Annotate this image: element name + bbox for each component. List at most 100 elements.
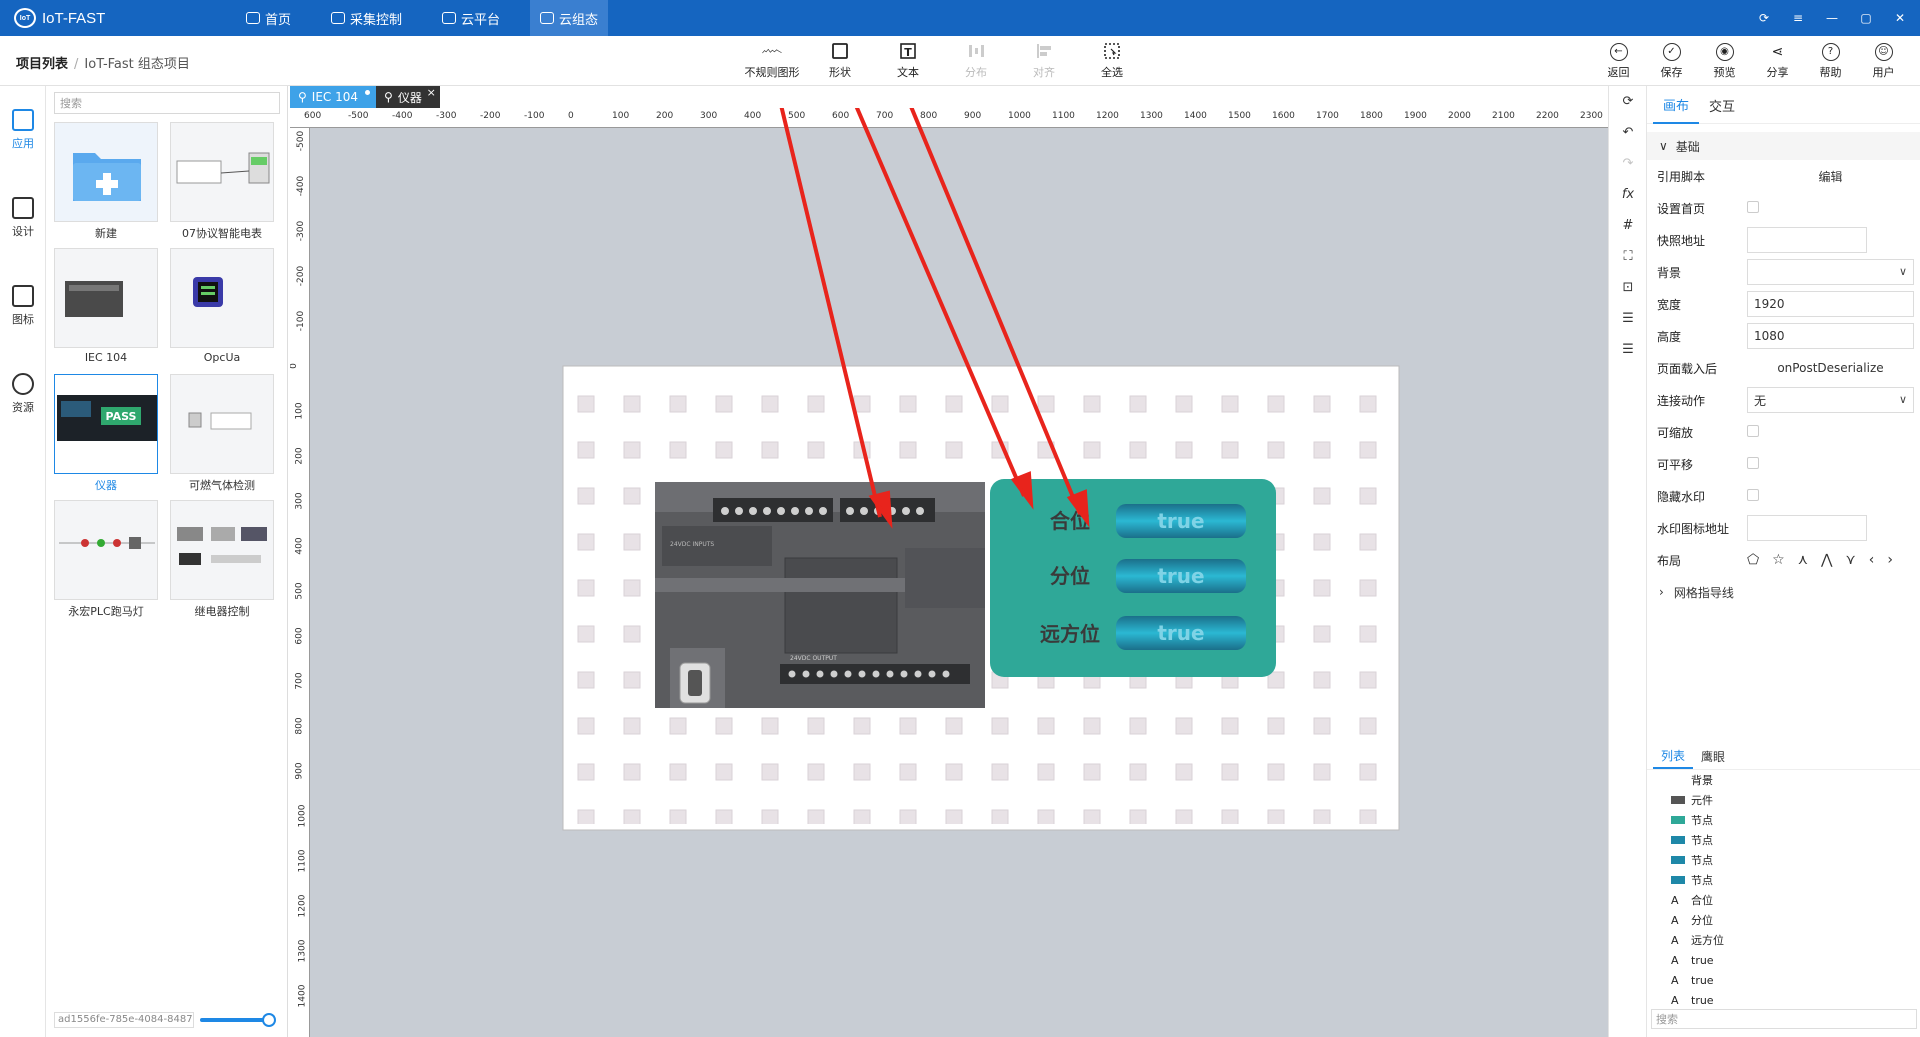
- text-layer-icon: A: [1671, 953, 1679, 967]
- library-grid: 新建 07协议智能电表 IEC 104 OpcUa PASS 仪器 可燃气体检测…: [54, 122, 280, 618]
- refresh-icon[interactable]: ⟳: [1609, 86, 1647, 117]
- layout-tree-down-icon[interactable]: ⋎: [1845, 552, 1855, 568]
- fit-screen-icon[interactable]: ⛶: [1609, 241, 1647, 272]
- library-item-plc-marquee[interactable]: 永宏PLC跑马灯: [54, 500, 158, 618]
- zoom-slider[interactable]: [200, 1013, 276, 1027]
- layer-item[interactable]: 节点: [1647, 870, 1920, 890]
- list-indent-icon[interactable]: ☰: [1609, 303, 1647, 334]
- edit-script-link[interactable]: 编辑: [1747, 168, 1914, 185]
- select-all-tool[interactable]: 全选: [1078, 40, 1146, 82]
- prop-connect: 连接动作无 ∨: [1647, 384, 1920, 416]
- cloud-upload-icon: [12, 373, 34, 395]
- nav-item-cloud-platform[interactable]: 云平台: [432, 0, 510, 36]
- library-item-iec104[interactable]: IEC 104: [54, 248, 158, 366]
- left-nav-resources[interactable]: 资源: [0, 350, 46, 438]
- layout-tree-icon[interactable]: ⋀: [1821, 552, 1832, 568]
- irregular-shape-tool[interactable]: 不规则图形: [738, 40, 806, 82]
- canvas-area[interactable]: 600 -500 -400 -300 -200 -100 0 100 200 300 400 500 6…: [290, 108, 1608, 1037]
- zoomable-checkbox[interactable]: [1747, 424, 1759, 437]
- user-button[interactable]: ☺ 用户: [1857, 40, 1910, 82]
- homepage-checkbox[interactable]: [1747, 200, 1759, 213]
- close-icon[interactable]: ✕: [1894, 11, 1906, 25]
- layout-left-icon[interactable]: ‹: [1869, 552, 1875, 568]
- layout-pentagon-icon[interactable]: ⬠: [1747, 552, 1759, 568]
- layout-right-icon[interactable]: ›: [1887, 552, 1893, 568]
- chevron-down-icon: ∨: [1659, 139, 1668, 153]
- list-outdent-icon[interactable]: ☰: [1609, 334, 1647, 365]
- distribute-tool[interactable]: 分布: [942, 40, 1010, 82]
- preview-button[interactable]: ◉ 预览: [1698, 40, 1751, 82]
- left-nav-app[interactable]: 应用: [0, 86, 46, 174]
- layout-star-icon[interactable]: ☆: [1772, 552, 1785, 568]
- grid-guides-section[interactable]: › 网格指导线: [1647, 576, 1920, 608]
- plc-device[interactable]: 24VDC INPUTS 24VDC OUTPUT: [655, 482, 985, 708]
- left-nav-design[interactable]: 设计: [0, 174, 46, 262]
- layer-item[interactable]: Atrue: [1647, 950, 1920, 970]
- library-item-relay[interactable]: 继电器控制: [170, 500, 274, 618]
- back-button[interactable]: ← 返回: [1592, 40, 1645, 82]
- library-item-meter[interactable]: 07协议智能电表: [170, 122, 274, 240]
- nav-item-cloud-config[interactable]: 云组态: [530, 0, 609, 36]
- nav-item-home[interactable]: 首页: [236, 0, 301, 36]
- zoom-slider-knob[interactable]: [262, 1013, 276, 1027]
- layer-search-input[interactable]: 搜索: [1651, 1009, 1917, 1029]
- library-item-opcua[interactable]: OpcUa: [170, 248, 274, 366]
- layer-item[interactable]: 节点: [1647, 810, 1920, 830]
- minimize-icon[interactable]: —: [1826, 11, 1838, 25]
- tab-canvas[interactable]: 画布: [1653, 86, 1700, 124]
- pannable-checkbox[interactable]: [1747, 456, 1759, 469]
- height-input[interactable]: 1080: [1747, 323, 1914, 349]
- prop-height: 高度 1080: [1647, 320, 1920, 352]
- save-button[interactable]: ✓ 保存: [1645, 40, 1698, 82]
- left-nav-icons[interactable]: 图标: [0, 262, 46, 350]
- basic-section-header[interactable]: ∨ 基础: [1647, 132, 1920, 160]
- layer-item[interactable]: 背景: [1647, 770, 1920, 790]
- app-logo[interactable]: IoT IoT-FAST: [14, 8, 105, 28]
- layer-item[interactable]: A 远方位: [1647, 930, 1920, 950]
- tab-eagle-eye[interactable]: 鹰眼: [1693, 744, 1733, 769]
- library-item-new[interactable]: 新建: [54, 122, 158, 240]
- layer-item[interactable]: Atrue: [1647, 970, 1920, 990]
- tab-iec104[interactable]: ⚲ IEC 104: [290, 86, 377, 108]
- layer-item[interactable]: Atrue: [1647, 990, 1920, 1010]
- layer-item[interactable]: 节点: [1647, 830, 1920, 850]
- layer-item[interactable]: A 合位: [1647, 890, 1920, 910]
- snapshot-url-input[interactable]: [1747, 227, 1867, 253]
- align-tool[interactable]: 对齐: [1010, 40, 1078, 82]
- watermark-url-input[interactable]: [1747, 515, 1867, 541]
- layout-tree-up-icon[interactable]: ⋏: [1798, 552, 1808, 568]
- shape-tool[interactable]: 形状: [806, 40, 874, 82]
- select-all-icon: [1102, 42, 1122, 60]
- function-icon[interactable]: fx: [1609, 179, 1647, 210]
- refresh-icon[interactable]: ⟳: [1758, 11, 1770, 25]
- nav-item-collect[interactable]: 采集控制: [321, 0, 412, 36]
- maximize-icon[interactable]: ▢: [1860, 11, 1872, 25]
- library-item-instrument[interactable]: PASS 仪器: [54, 374, 158, 492]
- share-button[interactable]: ⋖ 分享: [1751, 40, 1804, 82]
- layer-item[interactable]: A 分位: [1647, 910, 1920, 930]
- layer-item[interactable]: 元件: [1647, 790, 1920, 810]
- hide-watermark-checkbox[interactable]: [1747, 488, 1759, 501]
- layer-item[interactable]: 节点: [1647, 850, 1920, 870]
- tab-instrument[interactable]: ⚲ 仪器 ×: [376, 86, 440, 108]
- close-tab-icon[interactable]: ×: [427, 86, 436, 99]
- library-item-gas-detect[interactable]: 可燃气体检测: [170, 374, 274, 492]
- project-id-field[interactable]: ad1556fe-785e-4084-8487-f5ef: [54, 1012, 194, 1028]
- background-select[interactable]: ∨: [1747, 259, 1914, 285]
- redo-icon[interactable]: ↷: [1609, 148, 1647, 179]
- check-icon: ✓: [1662, 42, 1681, 61]
- menu-icon[interactable]: ≡: [1792, 11, 1804, 25]
- width-input[interactable]: 1920: [1747, 291, 1914, 317]
- library-search-input[interactable]: 搜索: [54, 92, 280, 114]
- tab-interaction[interactable]: 交互: [1699, 86, 1745, 124]
- text-tool[interactable]: T 文本: [874, 40, 942, 82]
- breadcrumb-root[interactable]: 项目列表: [16, 57, 68, 72]
- zoom-fit-icon[interactable]: ⊡: [1609, 272, 1647, 303]
- undo-icon[interactable]: ↶: [1609, 117, 1647, 148]
- prop-homepage: 设置首页: [1647, 192, 1920, 224]
- grid-icon[interactable]: #: [1609, 210, 1647, 241]
- help-button[interactable]: ? 帮助: [1804, 40, 1857, 82]
- connect-action-select[interactable]: 无 ∨: [1747, 387, 1914, 413]
- tab-list[interactable]: 列表: [1653, 744, 1694, 769]
- onload-script-link[interactable]: onPostDeserialize: [1747, 361, 1914, 375]
